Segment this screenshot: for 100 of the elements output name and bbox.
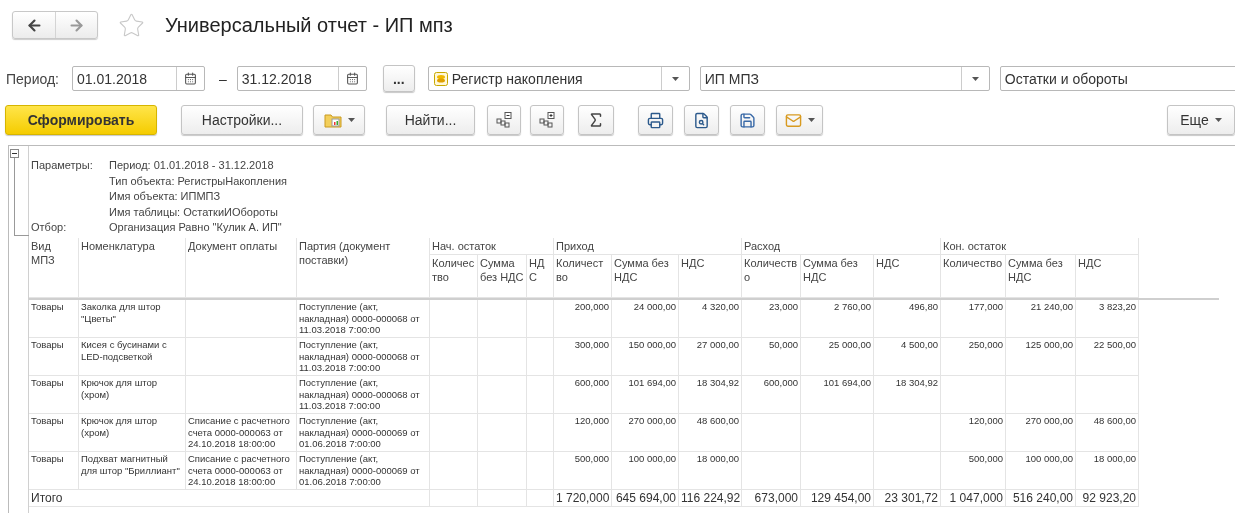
column-header: Сумма без НДС	[1006, 255, 1076, 298]
table-cell: 22 500,00	[1076, 338, 1139, 376]
table-cell: 3 823,20	[1076, 300, 1139, 338]
select-value: Остатки и обороты	[1003, 70, 1129, 87]
select-value: ИП МПЗ	[703, 70, 760, 87]
total-cell: 645 694,00	[612, 490, 679, 507]
column-header: Вид МПЗ	[29, 238, 79, 298]
parameter-value: Период: 01.01.2018 - 31.12.2018	[109, 158, 275, 173]
window-title: Универсальный отчет - ИП мпз	[165, 13, 453, 37]
table-cell: 18 000,00	[679, 452, 742, 490]
total-cell: 673,000	[742, 490, 801, 507]
table-cell: 4 500,00	[874, 338, 941, 376]
table-cell: Товары	[29, 300, 79, 338]
period-select-button[interactable]: ...	[382, 65, 415, 92]
table-cell: 25 000,00	[801, 338, 874, 376]
table-cell: Крючок для штор (хром)	[79, 414, 186, 452]
column-header: Документ оплаты	[186, 238, 297, 298]
select-field[interactable]: Регистр накопления	[427, 66, 690, 91]
table-cell: Поступление (акт, накладная) 0000-000069 от 01.06.2018 7:00:00	[297, 452, 430, 490]
table-cell: 101 694,00	[612, 376, 679, 414]
table-cell: 600,000	[742, 376, 801, 414]
column-header: НДС	[679, 255, 742, 298]
table-cell: 48 600,00	[1076, 414, 1139, 452]
column-group-header: Кон. остаток	[941, 238, 1139, 255]
total-label: Итого	[29, 490, 430, 507]
find-button[interactable]: Найти...	[386, 105, 475, 135]
parameter-value: Имя объекта: ИПМПЗ	[109, 189, 222, 204]
table-cell: Товары	[29, 452, 79, 490]
table-cell: Товары	[29, 414, 79, 452]
table-cell: 100 000,00	[612, 452, 679, 490]
column-group-header: Расход	[742, 238, 941, 255]
table-cell: 496,80	[874, 300, 941, 338]
column-header: НДС	[1076, 255, 1139, 298]
total-cell: 1 047,000	[941, 490, 1006, 507]
table-cell: 18 304,92	[679, 376, 742, 414]
total-cell: 1 720,000	[554, 490, 612, 507]
column-header: НДС	[874, 255, 941, 298]
table-cell: 4 320,00	[679, 300, 742, 338]
table-cell: 120,000	[941, 414, 1006, 452]
parameter-value: Имя таблицы: ОстаткиИОбороты	[109, 204, 279, 219]
table-cell: 18 000,00	[1076, 452, 1139, 490]
parameter-label: Параметры:	[31, 158, 94, 173]
table-cell: 125 000,00	[1006, 338, 1076, 376]
column-header: Количество	[941, 255, 1006, 298]
parameter-label: Отбор:	[31, 220, 68, 235]
column-header: Номенклатура	[79, 238, 186, 298]
table-cell: Заколка для штор "Цветы"	[79, 300, 186, 338]
table-cell: Кисея с бусинами с LED-подсветкой	[79, 338, 186, 376]
table-cell: 500,000	[554, 452, 612, 490]
column-header: Количество	[554, 255, 612, 298]
date-field[interactable]: 31.12.2018	[236, 66, 367, 91]
total-cell: 516 240,00	[1006, 490, 1076, 507]
table-cell: 300,000	[554, 338, 612, 376]
column-header: Количество	[742, 255, 801, 298]
column-header: Сумма без НДС	[478, 255, 527, 298]
generate-button[interactable]: Сформировать	[5, 105, 157, 135]
table-cell: Поступление (акт, накладная) 0000-000068 от 11.03.2018 7:00:00	[297, 376, 430, 414]
table-cell: 100 000,00	[1006, 452, 1076, 490]
table-cell: 150 000,00	[612, 338, 679, 376]
total-cell: 92 923,20	[1076, 490, 1139, 507]
table-cell: Списание с расчетного счета 0000-000063 от 24.10.2018 18:00:00	[186, 414, 297, 452]
column-header: Количество	[430, 255, 478, 298]
column-header: НДС	[527, 255, 554, 298]
table-cell: 250,000	[941, 338, 1006, 376]
column-header: Сумма без НДС	[801, 255, 874, 298]
table-cell: 101 694,00	[801, 376, 874, 414]
table-cell: 21 240,00	[1006, 300, 1076, 338]
select-field[interactable]: ИП МПЗ	[699, 66, 990, 91]
table-cell: 50,000	[742, 338, 801, 376]
table-cell: 600,000	[554, 376, 612, 414]
table-cell: 2 760,00	[801, 300, 874, 338]
table-cell: Крючок для штор (хром)	[79, 376, 186, 414]
table-cell: Поступление (акт, накладная) 0000-000069 от 01.06.2018 7:00:00	[297, 414, 430, 452]
table-cell: 27 000,00	[679, 338, 742, 376]
range-dash: –	[219, 70, 227, 87]
total-cell: 129 454,00	[801, 490, 874, 507]
parameter-value: Тип объекта: РегистрыНакопления	[109, 173, 288, 188]
table-cell: 18 304,92	[874, 376, 941, 414]
table-cell: Поступление (акт, накладная) 0000-000068 от 11.03.2018 7:00:00	[297, 338, 430, 376]
select-value: Регистр накопления	[450, 70, 584, 87]
text-field[interactable]: Остатки и обороты	[999, 66, 1235, 91]
total-cell: 116 224,92	[679, 490, 742, 507]
settings-button[interactable]: Настройки...	[181, 105, 303, 135]
column-header: Сумма без НДС	[612, 255, 679, 298]
date-field[interactable]: 01.01.2018	[72, 66, 205, 91]
column-group-header: Нач. остаток	[430, 238, 554, 255]
table-cell: 500,000	[941, 452, 1006, 490]
column-header: Партия (документ поставки)	[297, 238, 430, 298]
table-cell: 200,000	[554, 300, 612, 338]
table-cell: 270 000,00	[1006, 414, 1076, 452]
table-cell: Поступление (акт, накладная) 0000-000068 от 11.03.2018 7:00:00	[297, 300, 430, 338]
more-menu-button[interactable]: Еще	[1167, 105, 1235, 135]
period-label: Период:	[6, 70, 59, 87]
total-cell: 23 301,72	[874, 490, 941, 507]
table-cell: 23,000	[742, 300, 801, 338]
table-cell: 120,000	[554, 414, 612, 452]
table-cell: Подхват магнитный для штор "Бриллиант"	[79, 452, 186, 490]
table-cell: 48 600,00	[679, 414, 742, 452]
parameter-value: Организация Равно "Кулик А. ИП"	[109, 220, 283, 235]
table-cell: Товары	[29, 338, 79, 376]
